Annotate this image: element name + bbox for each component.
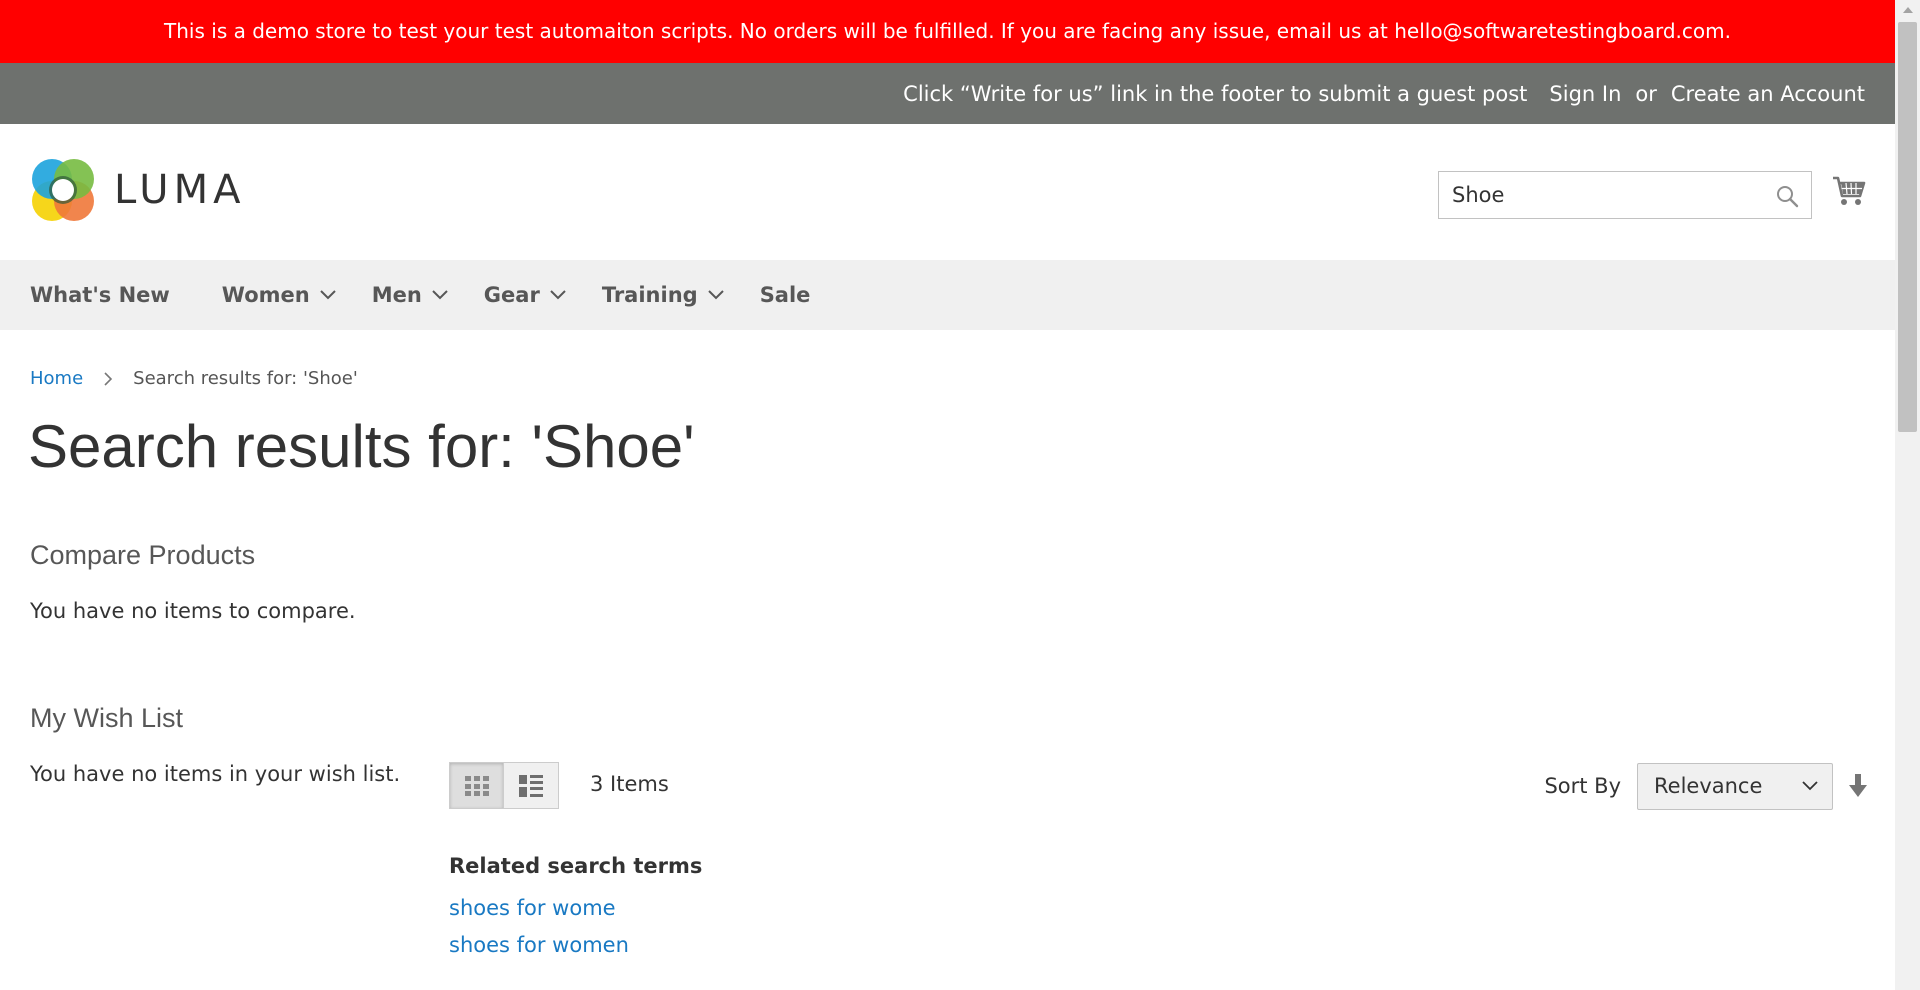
nav-item-women[interactable]: Women [222, 283, 336, 307]
store-logo[interactable]: LUMA [30, 157, 245, 223]
breadcrumb-home-link[interactable]: Home [30, 368, 83, 389]
site-header: LUMA [0, 124, 1895, 260]
chevron-down-icon [432, 290, 448, 300]
sidebar: Compare Products You have no items to co… [30, 540, 430, 786]
view-modes [449, 762, 559, 809]
page-title: Search results for: 'Shoe' [28, 413, 695, 480]
sort-direction-arrow-icon[interactable] [1847, 773, 1869, 799]
nav-list: What's New Women Men Gear Training Sale [0, 260, 1895, 330]
nav-item-label: What's New [30, 283, 170, 307]
related-search-terms-title: Related search terms [449, 854, 703, 878]
grid-icon [464, 775, 489, 796]
logo-text: LUMA [114, 167, 246, 213]
related-term-link[interactable]: shoes for wome [449, 896, 616, 920]
sort-by-select[interactable]: Relevance [1637, 762, 1833, 810]
sorter: Sort By Relevance [1544, 762, 1869, 810]
chevron-down-icon [319, 290, 336, 300]
nav-item-men[interactable]: Men [372, 283, 448, 307]
wishlist-empty-message: You have no items in your wish list. [30, 762, 401, 786]
sign-in-link[interactable]: Sign In [1549, 82, 1621, 106]
compare-products-block: Compare Products You have no items to co… [30, 540, 430, 623]
cart-icon[interactable] [1832, 174, 1866, 208]
demo-notice-banner: This is a demo store to test your test a… [0, 0, 1895, 63]
nav-item-label: Training [601, 283, 698, 307]
related-search-terms: Related search terms shoes for wome shoe… [449, 854, 702, 970]
chevron-right-icon [104, 371, 113, 386]
nav-item-sale[interactable]: Sale [760, 283, 811, 307]
scroll-up-arrow-icon[interactable] [1895, 0, 1920, 20]
search-input[interactable] [1439, 172, 1811, 218]
list-item: shoes for women [449, 933, 702, 957]
products-toolbar: 3 Items Sort By Relevance [449, 762, 1869, 810]
chevron-down-icon [707, 290, 724, 300]
top-header-bar: Click “Write for us” link in the footer … [0, 63, 1895, 124]
main-navigation: What's New Women Men Gear Training Sale [0, 260, 1895, 330]
scrollbar-thumb[interactable] [1898, 22, 1917, 432]
nav-item-label: Gear [483, 283, 540, 307]
wishlist-title: My Wish List [30, 703, 184, 733]
nav-item-label: Women [221, 283, 310, 307]
sort-by-value: Relevance [1654, 774, 1763, 798]
create-account-link[interactable]: Create an Account [1671, 82, 1865, 106]
page: This is a demo store to test your test a… [0, 0, 1895, 990]
nav-item-training[interactable]: Training [602, 283, 724, 307]
sort-by-label: Sort By [1544, 774, 1621, 798]
or-separator: or [1635, 81, 1657, 106]
luma-logo-icon [32, 159, 94, 221]
chevron-down-icon [1802, 781, 1818, 791]
search-icon[interactable] [1775, 184, 1799, 208]
grid-view-button[interactable] [449, 762, 504, 809]
list-icon [519, 774, 543, 797]
nav-item-gear[interactable]: Gear [484, 283, 566, 307]
search-box [1438, 171, 1812, 219]
chevron-down-icon [550, 290, 566, 300]
breadcrumb-current: Search results for: 'Shoe' [133, 368, 358, 389]
demo-notice-text: This is a demo store to test your test a… [164, 19, 1731, 43]
list-item: shoes for wome [449, 896, 702, 920]
compare-products-title: Compare Products [30, 540, 256, 570]
nav-item-label: Men [371, 283, 422, 307]
nav-item-whats-new[interactable]: What's New [30, 283, 170, 307]
wishlist-block: My Wish List You have no items in your w… [30, 703, 430, 786]
header-links: Click “Write for us” link in the footer … [903, 63, 1865, 124]
page-scrollbar[interactable] [1895, 0, 1920, 990]
compare-empty-message: You have no items to compare. [30, 599, 356, 623]
breadcrumb: Home Search results for: 'Shoe' [30, 368, 358, 389]
list-view-button[interactable] [504, 762, 559, 809]
items-count: 3 Items [590, 772, 669, 796]
nav-item-label: Sale [759, 283, 811, 307]
related-terms-list: shoes for wome shoes for women [449, 896, 702, 957]
guest-post-note: Click “Write for us” link in the footer … [903, 81, 1528, 106]
related-term-link[interactable]: shoes for women [449, 933, 629, 957]
